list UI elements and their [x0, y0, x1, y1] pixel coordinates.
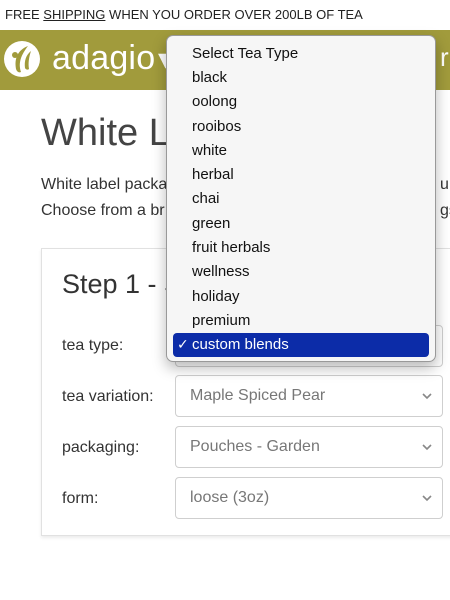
chevron-down-icon	[422, 495, 432, 502]
intro-text-line-1-right: u	[440, 176, 449, 193]
dropdown-option-custom-blends[interactable]: ✓ custom blends	[173, 333, 429, 357]
dropdown-option-herbal[interactable]: herbal	[173, 163, 429, 187]
intro-text-line-1: White label packa	[41, 176, 168, 193]
dropdown-option-fruit-herbals[interactable]: fruit herbals	[173, 236, 429, 260]
tea-variation-select[interactable]: Maple Spiced Pear	[175, 375, 443, 417]
form-value: loose (3oz)	[190, 489, 270, 506]
form-label: form:	[62, 490, 99, 507]
leaf-logo-icon[interactable]	[4, 41, 40, 77]
brand-logo-text[interactable]: adagio	[52, 39, 155, 78]
dropdown-option-chai[interactable]: chai	[173, 187, 429, 211]
intro-text-line-2-right: gs	[440, 202, 450, 219]
shipping-link[interactable]: SHIPPING	[43, 7, 105, 22]
chevron-down-icon	[422, 444, 432, 451]
intro-text-line-2: Choose from a br	[41, 202, 165, 219]
form-select[interactable]: loose (3oz)	[175, 477, 443, 519]
dropdown-option-white[interactable]: white	[173, 139, 429, 163]
tea-type-dropdown-menu[interactable]: Select Tea Type black oolong rooibos whi…	[166, 35, 436, 362]
promo-prefix: FREE	[5, 7, 40, 22]
packaging-label: packaging:	[62, 439, 140, 456]
page-title: White L	[41, 112, 170, 154]
dropdown-option-holiday[interactable]: holiday	[173, 285, 429, 309]
dropdown-option-rooibos[interactable]: rooibos	[173, 115, 429, 139]
dropdown-option-select-tea-type[interactable]: Select Tea Type	[173, 42, 429, 66]
promo-bar: FREE SHIPPING WHEN YOU ORDER OVER 200LB …	[0, 0, 450, 30]
chevron-down-icon	[422, 393, 432, 400]
dropdown-option-green[interactable]: green	[173, 212, 429, 236]
dropdown-option-black[interactable]: black	[173, 66, 429, 90]
tea-variation-label: tea variation:	[62, 388, 154, 405]
tea-type-label: tea type:	[62, 337, 124, 354]
dropdown-option-premium[interactable]: premium	[173, 309, 429, 333]
dropdown-option-oolong[interactable]: oolong	[173, 90, 429, 114]
packaging-select[interactable]: Pouches - Garden	[175, 426, 443, 468]
step-title: Step 1 - S	[62, 269, 183, 299]
promo-suffix: WHEN YOU ORDER OVER 200LB OF TEA	[109, 7, 363, 22]
tea-variation-value: Maple Spiced Pear	[190, 387, 326, 404]
checkmark-icon: ✓	[177, 336, 189, 352]
header-nav-peek: r	[440, 42, 449, 72]
packaging-value: Pouches - Garden	[190, 438, 320, 455]
dropdown-option-wellness[interactable]: wellness	[173, 260, 429, 284]
